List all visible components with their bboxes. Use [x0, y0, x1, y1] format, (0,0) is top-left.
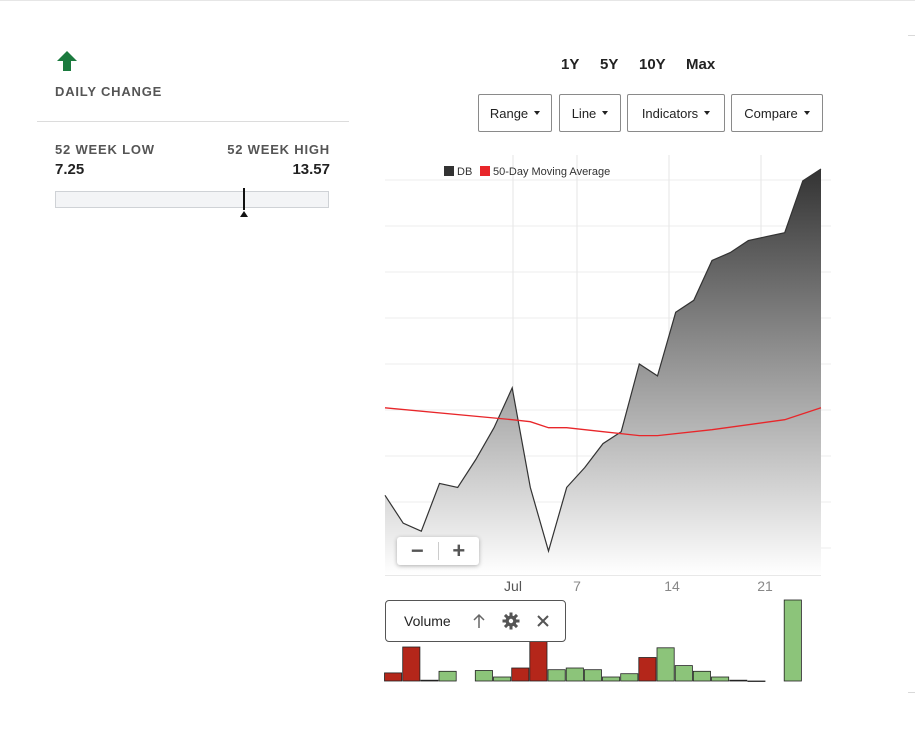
volume-bar [583, 669, 602, 682]
legend-label: 50-Day Moving Average [493, 166, 610, 178]
x-tick-label: 7 [573, 578, 581, 594]
zoom-control: − + [397, 537, 479, 565]
legend-label: DB [457, 166, 472, 178]
volume-bar [783, 599, 802, 682]
volume-label: Volume [404, 613, 451, 629]
volume-bar [402, 646, 421, 682]
volume-bar [692, 670, 711, 682]
volume-bar [474, 670, 493, 682]
volume-bar [547, 669, 566, 682]
volume-bar [711, 676, 730, 682]
volume-bar [729, 679, 748, 682]
volume-bar [620, 673, 639, 682]
volume-bar [493, 676, 512, 682]
volume-bar [656, 647, 675, 682]
x-tick-label: 21 [757, 578, 773, 594]
volume-bar [638, 657, 657, 682]
volume-bar [602, 676, 621, 682]
volume-bar [511, 667, 530, 682]
volume-bar [747, 680, 766, 682]
x-tick-label: Jul [504, 578, 522, 594]
volume-bar [674, 665, 693, 682]
zoom-in-button[interactable]: + [439, 537, 480, 565]
legend-swatch [480, 166, 490, 176]
volume-panel: Volume [385, 600, 566, 642]
volume-bar [384, 672, 403, 682]
price-area [385, 169, 821, 575]
arrow-up-icon[interactable] [470, 612, 488, 630]
zoom-out-button[interactable]: − [397, 537, 438, 565]
volume-bar [420, 679, 439, 682]
close-icon[interactable] [534, 612, 552, 630]
x-tick-label: 14 [664, 578, 680, 594]
volume-bar [438, 670, 457, 682]
gear-icon[interactable] [502, 612, 520, 630]
volume-bar [565, 667, 584, 682]
legend-swatch [444, 166, 454, 176]
